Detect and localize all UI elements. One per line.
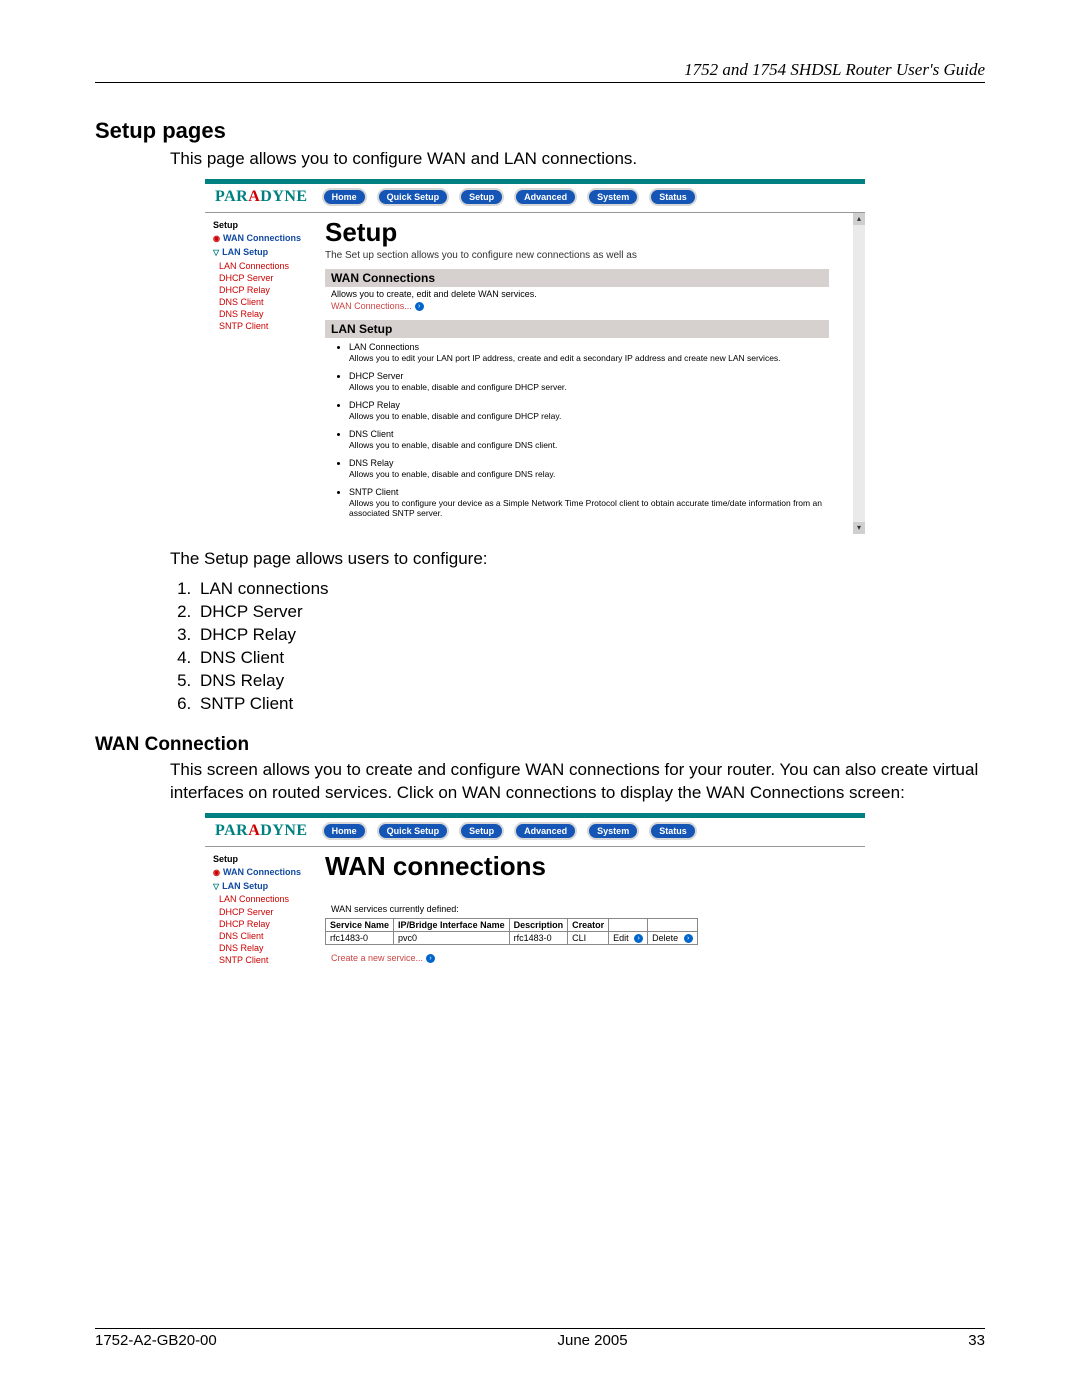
list-item: SNTP Client — [196, 694, 985, 714]
arrow-icon: › — [634, 934, 643, 943]
nav-setup[interactable]: Setup — [459, 188, 504, 206]
page-footer: 1752-A2-GB20-00 June 2005 33 — [95, 1328, 985, 1349]
page-title-wan-connections: WAN connections — [325, 851, 841, 882]
sidebar-dhcp-relay[interactable]: DHCP Relay — [219, 918, 319, 930]
wan-services-table: Service Name IP/Bridge Interface Name De… — [325, 918, 698, 945]
list-item: DHCP Server — [196, 602, 985, 622]
sidebar-dns-client[interactable]: DNS Client — [219, 930, 319, 942]
app-topbar: PARADYNE Home Quick Setup Setup Advanced… — [205, 818, 865, 847]
section-title-setup-pages: Setup pages — [95, 118, 985, 144]
footer-page: 33 — [968, 1332, 985, 1349]
wan-connections-link[interactable]: WAN Connections...› — [331, 301, 424, 311]
edit-link[interactable]: Edit › — [609, 931, 648, 944]
screenshot-setup: PARADYNE Home Quick Setup Setup Advanced… — [205, 179, 865, 534]
cell-service-name: rfc1483-0 — [326, 931, 394, 944]
after-shot1-line: The Setup page allows users to configure… — [170, 548, 985, 571]
sidebar-dns-relay[interactable]: DNS Relay — [219, 308, 319, 320]
page-title-setup: Setup — [325, 217, 829, 248]
section2-intro: This screen allows you to create and con… — [170, 759, 985, 805]
nav-advanced[interactable]: Advanced — [514, 188, 577, 206]
sidebar-setup-label: Setup — [213, 853, 319, 865]
wan-defined-label: WAN services currently defined: — [331, 904, 841, 914]
nav-system[interactable]: System — [587, 822, 639, 840]
list-item: DHCP Relay — [196, 625, 985, 645]
sidebar-wan[interactable]: ◉WAN Connections — [213, 232, 319, 245]
arrow-icon: › — [684, 934, 693, 943]
cell-description: rfc1483-0 — [509, 931, 568, 944]
list-item: DHCP ServerAllows you to enable, disable… — [349, 371, 829, 392]
list-item: DNS ClientAllows you to enable, disable … — [349, 429, 829, 450]
table-header-row: Service Name IP/Bridge Interface Name De… — [326, 918, 698, 931]
col-edit — [609, 918, 648, 931]
scrollbar[interactable]: ▴ ▾ — [853, 213, 865, 534]
sidebar: Setup ◉WAN Connections ▽LAN Setup LAN Co… — [205, 213, 323, 534]
doc-header: 1752 and 1754 SHDSL Router User's Guide — [95, 60, 985, 83]
cell-creator: CLI — [568, 931, 609, 944]
sidebar-dhcp-server[interactable]: DHCP Server — [219, 906, 319, 918]
band-wan-connections: WAN Connections — [325, 269, 829, 287]
section1-intro: This page allows you to configure WAN an… — [170, 148, 985, 171]
sidebar: Setup ◉WAN Connections ▽LAN Setup LAN Co… — [205, 847, 323, 1002]
setup-subtitle: The Set up section allows you to configu… — [325, 250, 829, 261]
band-lan-setup: LAN Setup — [325, 320, 829, 338]
nav-home[interactable]: Home — [322, 188, 367, 206]
scroll-up-icon[interactable]: ▴ — [853, 213, 865, 225]
sidebar-sntp-client[interactable]: SNTP Client — [219, 954, 319, 966]
sidebar-lan-connections[interactable]: LAN Connections — [219, 260, 319, 272]
nav-home[interactable]: Home — [322, 822, 367, 840]
nav-status[interactable]: Status — [649, 822, 697, 840]
sidebar-dns-client[interactable]: DNS Client — [219, 296, 319, 308]
sidebar-dhcp-server[interactable]: DHCP Server — [219, 272, 319, 284]
app-topbar: PARADYNE Home Quick Setup Setup Advanced… — [205, 184, 865, 213]
sidebar-setup-label: Setup — [213, 219, 319, 231]
list-item: DHCP RelayAllows you to enable, disable … — [349, 400, 829, 421]
col-description: Description — [509, 918, 568, 931]
col-creator: Creator — [568, 918, 609, 931]
list-item: DNS Relay — [196, 671, 985, 691]
footer-doc-number: 1752-A2-GB20-00 — [95, 1332, 217, 1349]
section-title-wan-connection: WAN Connection — [95, 734, 985, 756]
lan-setup-list: LAN ConnectionsAllows you to edit your L… — [349, 342, 829, 518]
list-item: LAN connections — [196, 579, 985, 599]
config-list: LAN connections DHCP Server DHCP Relay D… — [170, 579, 985, 714]
sidebar-wan[interactable]: ◉WAN Connections — [213, 866, 319, 879]
list-item: LAN ConnectionsAllows you to edit your L… — [349, 342, 829, 363]
arrow-icon: › — [415, 302, 424, 311]
paradyne-logo: PARADYNE — [211, 822, 312, 840]
paradyne-logo: PARADYNE — [211, 188, 312, 206]
sidebar-lan-connections[interactable]: LAN Connections — [219, 893, 319, 905]
wan-desc: Allows you to create, edit and delete WA… — [331, 289, 829, 299]
create-service-link[interactable]: Create a new service...› — [331, 953, 435, 963]
footer-date: June 2005 — [557, 1332, 627, 1349]
arrow-icon: › — [426, 954, 435, 963]
screenshot-wan-connections: PARADYNE Home Quick Setup Setup Advanced… — [205, 813, 865, 1002]
nav-status[interactable]: Status — [649, 188, 697, 206]
nav-quick-setup[interactable]: Quick Setup — [377, 822, 450, 840]
delete-link[interactable]: Delete › — [648, 931, 698, 944]
list-item: DNS RelayAllows you to enable, disable a… — [349, 458, 829, 479]
table-row: rfc1483-0 pvc0 rfc1483-0 CLI Edit › Dele… — [326, 931, 698, 944]
col-service-name: Service Name — [326, 918, 394, 931]
scroll-down-icon[interactable]: ▾ — [853, 522, 865, 534]
sidebar-lan[interactable]: ▽LAN Setup — [213, 880, 319, 893]
cell-interface-name: pvc0 — [394, 931, 510, 944]
col-delete — [648, 918, 698, 931]
sidebar-sntp-client[interactable]: SNTP Client — [219, 320, 319, 332]
nav-setup[interactable]: Setup — [459, 822, 504, 840]
nav-system[interactable]: System — [587, 188, 639, 206]
sidebar-lan[interactable]: ▽LAN Setup — [213, 246, 319, 259]
nav-advanced[interactable]: Advanced — [514, 822, 577, 840]
sidebar-dhcp-relay[interactable]: DHCP Relay — [219, 284, 319, 296]
col-interface-name: IP/Bridge Interface Name — [394, 918, 510, 931]
nav-quick-setup[interactable]: Quick Setup — [377, 188, 450, 206]
sidebar-dns-relay[interactable]: DNS Relay — [219, 942, 319, 954]
list-item: DNS Client — [196, 648, 985, 668]
list-item: SNTP ClientAllows you to configure your … — [349, 487, 829, 518]
